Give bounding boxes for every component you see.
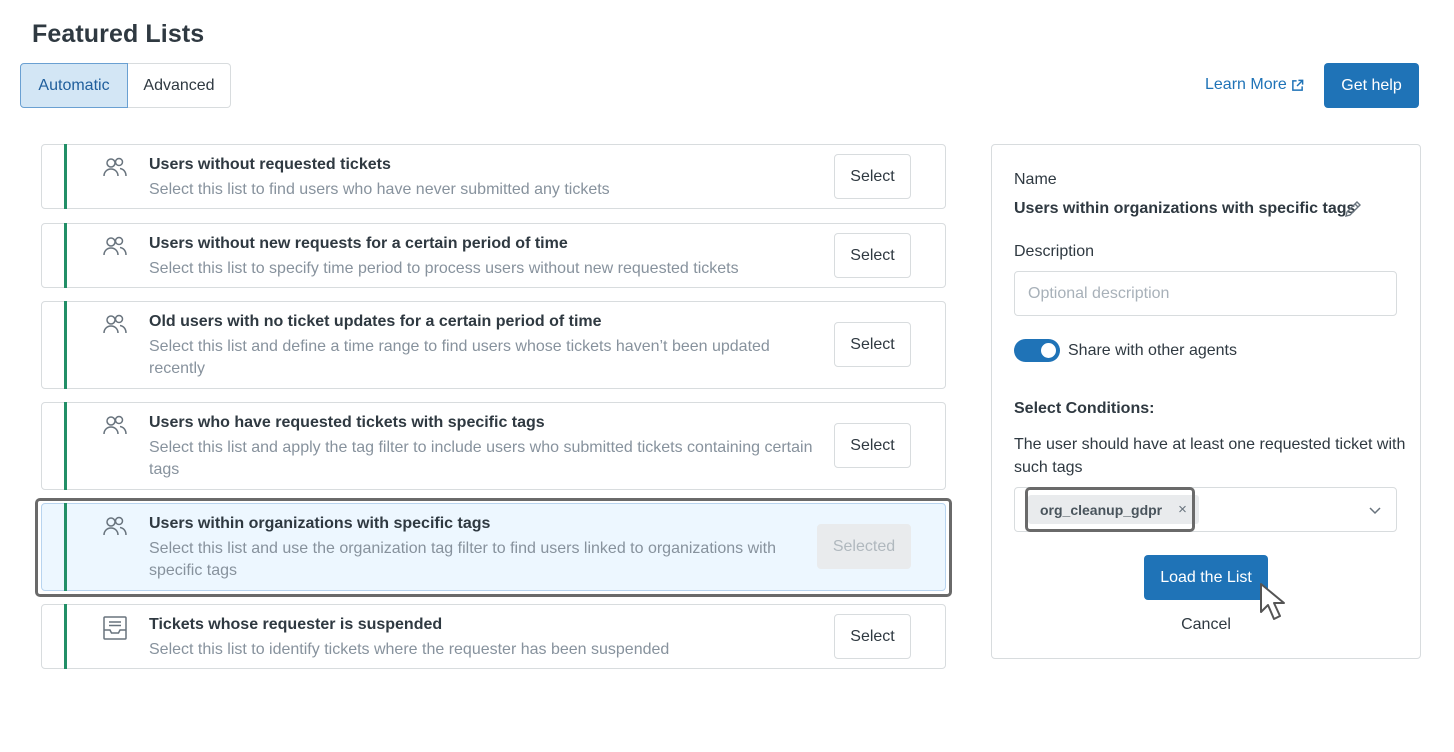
accent-bar [64, 402, 67, 490]
list-card-title: Users without requested tickets [149, 156, 391, 173]
list-details-panel: Name Users within organizations with spe… [991, 144, 1421, 659]
toggle-knob [1041, 343, 1056, 358]
tag-chip-label: org_cleanup_gdpr [1040, 501, 1163, 518]
tab-advanced[interactable]: Advanced [128, 63, 231, 108]
select-button[interactable]: Select [834, 233, 911, 278]
list-card-title: Old users with no ticket updates for a c… [149, 313, 602, 330]
accent-bar [64, 223, 67, 288]
accent-bar [64, 301, 67, 389]
select-button[interactable]: Select [834, 322, 911, 367]
list-card-description: Select this list and apply the tag filte… [149, 439, 813, 478]
chevron-down-icon[interactable] [1368, 503, 1382, 517]
list-card-description: Select this list and define a time range… [149, 338, 770, 377]
list-card-users-without-new-requests[interactable]: Users without new requests for a certain… [41, 223, 946, 288]
get-help-button[interactable]: Get help [1324, 63, 1419, 108]
list-card-tickets-requester-suspended[interactable]: Tickets whose requester is suspended Sel… [41, 604, 946, 669]
selected-button: Selected [817, 524, 911, 569]
mode-toggle: Automatic Advanced [20, 63, 231, 108]
remove-tag-icon[interactable]: × [1178, 501, 1187, 518]
select-button[interactable]: Select [834, 423, 911, 468]
list-card-users-organizations-tags[interactable]: Users within organizations with specific… [41, 503, 946, 591]
list-name-value: Users within organizations with specific… [1014, 200, 1356, 217]
list-card-old-users-no-updates[interactable]: Old users with no ticket updates for a c… [41, 301, 946, 389]
name-label: Name [1014, 171, 1057, 188]
learn-more-label: Learn More [1205, 76, 1287, 93]
conditions-title: Select Conditions: [1014, 400, 1155, 417]
list-card-users-requested-tickets-tags[interactable]: Users who have requested tickets with sp… [41, 402, 946, 490]
share-toggle[interactable] [1014, 339, 1060, 362]
list-card-title: Users who have requested tickets with sp… [149, 414, 545, 431]
accent-bar [64, 604, 67, 669]
users-icon [103, 415, 127, 435]
conditions-text: The user should have at least one reques… [1014, 436, 1406, 476]
users-icon [103, 157, 127, 177]
share-label: Share with other agents [1068, 342, 1237, 359]
load-list-button[interactable]: Load the List [1144, 555, 1268, 600]
list-card-description: Select this list to find users who have … [149, 181, 610, 198]
edit-pencil-icon[interactable] [1343, 199, 1363, 219]
list-card-description: Select this list and use the organizatio… [149, 540, 777, 579]
page-title: Featured Lists [32, 20, 205, 48]
list-card-description: Select this list to identify tickets whe… [149, 641, 670, 658]
select-button[interactable]: Select [834, 614, 911, 659]
list-card-title: Users without new requests for a certain… [149, 235, 568, 252]
select-button[interactable]: Select [834, 154, 911, 199]
list-card-title: Users within organizations with specific… [149, 515, 491, 532]
tag-chip: org_cleanup_gdpr × [1028, 495, 1199, 524]
users-icon [103, 236, 127, 256]
description-label: Description [1014, 243, 1095, 260]
cancel-button[interactable]: Cancel [992, 616, 1420, 634]
accent-bar [64, 503, 67, 591]
inbox-icon [103, 616, 127, 640]
external-link-icon [1291, 79, 1304, 91]
description-input[interactable] [1014, 271, 1397, 316]
learn-more-link[interactable]: Learn More [1205, 76, 1304, 94]
list-card-title: Tickets whose requester is suspended [149, 616, 443, 633]
users-icon [103, 314, 127, 334]
tab-automatic[interactable]: Automatic [20, 63, 128, 108]
list-card-users-without-requested-tickets[interactable]: Users without requested tickets Select t… [41, 144, 946, 209]
users-icon [103, 516, 127, 536]
tags-select[interactable]: org_cleanup_gdpr × [1014, 487, 1397, 532]
list-card-description: Select this list to specify time period … [149, 260, 739, 277]
accent-bar [64, 144, 67, 209]
